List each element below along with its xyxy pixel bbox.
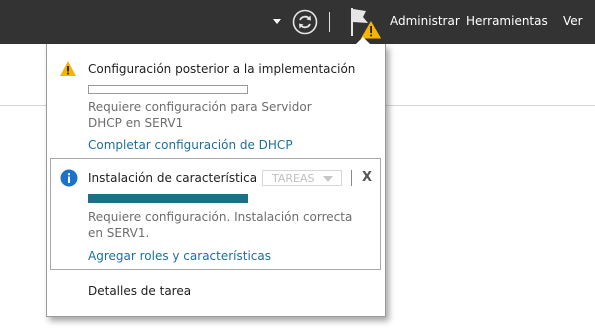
dropdown-caret-icon[interactable]: [272, 16, 282, 26]
notification-item-feature-install: Instalación de característica TAREAS X R…: [50, 158, 381, 270]
menu-ver[interactable]: Ver: [563, 14, 583, 28]
warning-icon: [60, 61, 76, 76]
progress-bar: [88, 194, 248, 203]
add-roles-features-link[interactable]: Agregar roles y características: [88, 249, 271, 263]
info-icon: [60, 169, 78, 187]
complete-dhcp-config-link[interactable]: Completar configuración de DHCP: [88, 138, 293, 152]
notification-flag-icon[interactable]: [349, 6, 383, 40]
menu-administrar[interactable]: Administrar: [390, 14, 460, 28]
menu-herramientas[interactable]: Herramientas: [466, 14, 548, 28]
toolbar-separator: [329, 12, 330, 32]
progress-fill: [89, 195, 247, 202]
top-bar: Administrar Herramientas Ver: [0, 0, 595, 44]
notification-title: Instalación de característica: [88, 171, 258, 185]
panel-pointer: [356, 37, 370, 44]
refresh-icon[interactable]: [292, 9, 318, 35]
dismiss-button[interactable]: X: [362, 170, 372, 185]
chevron-down-icon: [323, 176, 333, 182]
progress-bar: [88, 85, 248, 94]
notifications-panel: Configuración posterior a la implementac…: [46, 37, 386, 317]
separator: [351, 170, 352, 186]
tasks-dropdown[interactable]: TAREAS: [262, 170, 342, 186]
notification-description: Requiere configuración para Servidor DHC…: [88, 100, 312, 130]
notification-title: Configuración posterior a la implementac…: [88, 62, 356, 76]
task-details-link[interactable]: Detalles de tarea: [88, 284, 191, 298]
notification-description: Requiere configuración. Instalación corr…: [88, 210, 353, 240]
tasks-label: TAREAS: [272, 172, 315, 185]
